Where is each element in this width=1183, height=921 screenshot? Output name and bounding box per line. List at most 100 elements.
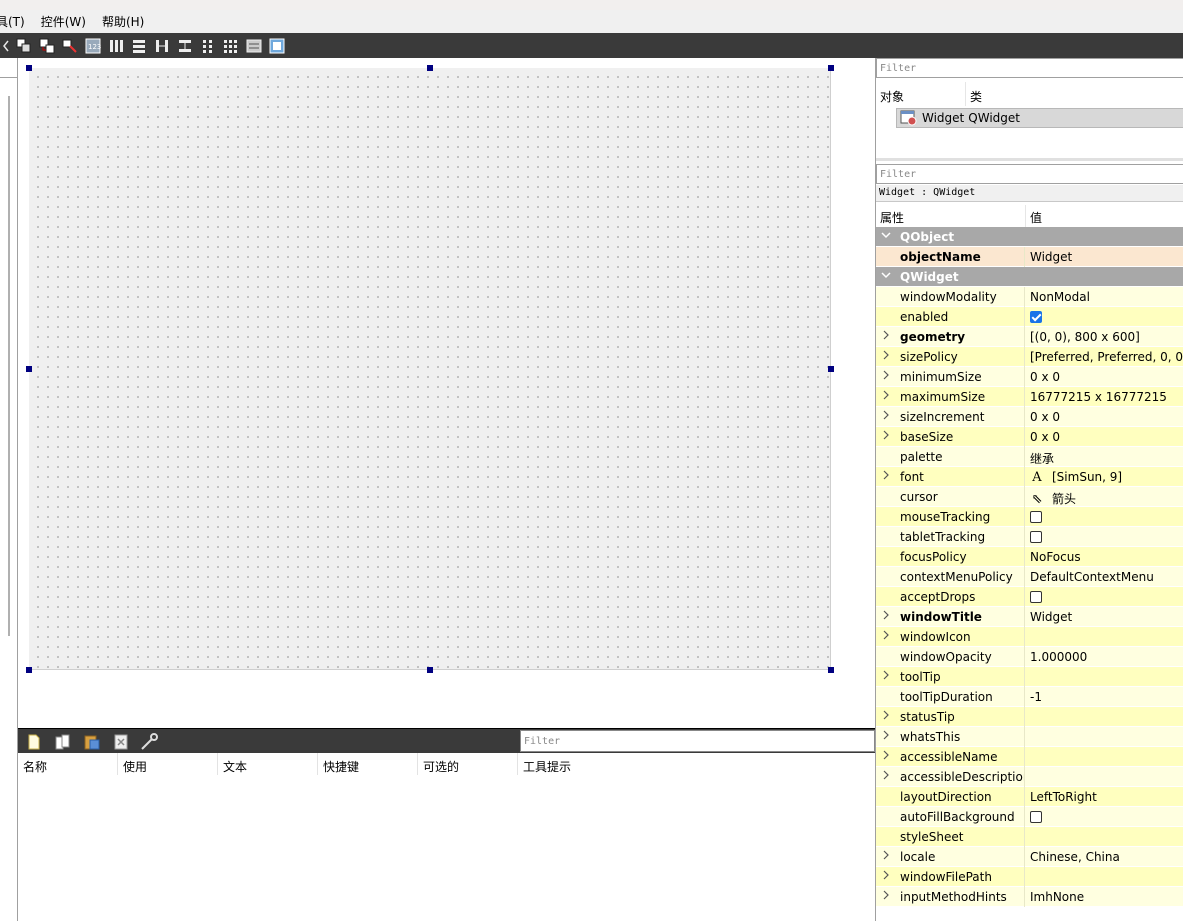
property-value[interactable] — [1026, 667, 1183, 687]
property-value[interactable] — [1026, 827, 1183, 847]
column-header-property[interactable]: 属性 — [880, 209, 904, 226]
column-header-used[interactable]: 使用 — [118, 753, 218, 775]
property-value[interactable]: 继承 — [1026, 447, 1183, 467]
property-value[interactable]: ImhNone — [1026, 887, 1183, 907]
checkbox[interactable] — [1030, 311, 1042, 323]
property-row[interactable]: locale Chinese, China — [876, 847, 1183, 867]
property-value[interactable]: DefaultContextMenu — [1026, 567, 1183, 587]
resize-handle-tr[interactable] — [828, 65, 834, 71]
property-row[interactable]: inputMethodHints ImhNone — [876, 887, 1183, 907]
action-filter-input[interactable]: Filter — [520, 730, 875, 752]
property-value[interactable]: 0 x 0 — [1026, 427, 1183, 447]
property-row[interactable]: acceptDrops — [876, 587, 1183, 607]
column-header-object[interactable]: 对象 — [880, 88, 904, 105]
property-row[interactable]: tabletTracking — [876, 527, 1183, 547]
edit-widgets-icon[interactable] — [12, 36, 35, 56]
menu-tools[interactable]: 具(T) — [0, 13, 33, 30]
property-value[interactable]: NoFocus — [1026, 547, 1183, 567]
delete-action-icon[interactable] — [110, 732, 132, 752]
property-value[interactable] — [1026, 707, 1183, 727]
column-header-name[interactable]: 名称 — [18, 753, 118, 775]
property-value[interactable] — [1026, 767, 1183, 787]
property-value[interactable] — [1026, 307, 1183, 327]
form-canvas[interactable] — [29, 68, 831, 670]
property-row[interactable]: windowOpacity 1.000000 — [876, 647, 1183, 667]
property-value[interactable]: Widget — [1026, 607, 1183, 627]
copy-action-icon[interactable] — [52, 732, 74, 752]
resize-handle-tl[interactable] — [26, 65, 32, 71]
widget-box-filter[interactable] — [0, 58, 18, 78]
edit-signals-slots-icon[interactable] — [35, 36, 58, 56]
property-value[interactable] — [1026, 867, 1183, 887]
property-value[interactable]: -1 — [1026, 687, 1183, 707]
property-group-row[interactable]: QWidget — [876, 267, 1183, 287]
resize-handle-tc[interactable] — [427, 65, 433, 71]
resize-handle-mr[interactable] — [828, 366, 834, 372]
property-value[interactable]: 1.000000 — [1026, 647, 1183, 667]
configure-action-icon[interactable] — [139, 732, 161, 752]
widget-box-scrollbar[interactable] — [8, 96, 10, 636]
property-value[interactable] — [1026, 587, 1183, 607]
checkbox[interactable] — [1030, 531, 1042, 543]
property-row[interactable]: toolTip — [876, 667, 1183, 687]
property-row[interactable]: windowTitle Widget — [876, 607, 1183, 627]
layout-horizontal-icon[interactable] — [104, 36, 127, 56]
property-row[interactable]: objectName Widget — [876, 247, 1183, 267]
adjust-size-icon[interactable] — [265, 36, 288, 56]
layout-form-icon[interactable] — [196, 36, 219, 56]
property-value[interactable]: Chinese, China — [1026, 847, 1183, 867]
column-header-tooltip[interactable]: 工具提示 — [518, 753, 875, 775]
property-value[interactable]: LeftToRight — [1026, 787, 1183, 807]
layout-horizontal-splitter-icon[interactable] — [150, 36, 173, 56]
object-filter-input[interactable]: Filter — [876, 58, 1183, 78]
property-value[interactable]: [Preferred, Preferred, 0, 0] — [1026, 347, 1183, 367]
column-header-value[interactable]: 值 — [1030, 209, 1042, 226]
property-row[interactable]: cursor ⇖ 箭头 — [876, 487, 1183, 507]
property-row[interactable]: accessibleDescription — [876, 767, 1183, 787]
property-row[interactable]: enabled — [876, 307, 1183, 327]
property-value[interactable] — [1026, 727, 1183, 747]
layout-grid-icon[interactable] — [219, 36, 242, 56]
property-row[interactable]: minimumSize 0 x 0 — [876, 367, 1183, 387]
property-value[interactable]: 0 x 0 — [1026, 407, 1183, 427]
resize-handle-bl[interactable] — [26, 667, 32, 673]
property-value[interactable] — [1026, 807, 1183, 827]
resize-handle-ml[interactable] — [26, 366, 32, 372]
property-value[interactable] — [1026, 627, 1183, 647]
property-value[interactable]: [(0, 0), 800 x 600] — [1026, 327, 1183, 347]
property-value[interactable]: 16777215 x 16777215 — [1026, 387, 1183, 407]
column-header-text[interactable]: 文本 — [218, 753, 318, 775]
property-value[interactable]: ⇖ 箭头 — [1026, 487, 1183, 507]
break-layout-icon[interactable] — [242, 36, 265, 56]
property-row[interactable]: windowFilePath — [876, 867, 1183, 887]
edit-buddies-icon[interactable] — [58, 36, 81, 56]
property-row[interactable]: layoutDirection LeftToRight — [876, 787, 1183, 807]
layout-vertical-splitter-icon[interactable] — [173, 36, 196, 56]
column-header-class[interactable]: 类 — [970, 88, 982, 105]
property-value[interactable] — [1026, 527, 1183, 547]
property-value[interactable] — [1026, 747, 1183, 767]
property-row[interactable]: geometry [(0, 0), 800 x 600] — [876, 327, 1183, 347]
property-row[interactable]: windowModality NonModal — [876, 287, 1183, 307]
layout-vertical-icon[interactable] — [127, 36, 150, 56]
property-row[interactable]: statusTip — [876, 707, 1183, 727]
chevron-left-icon[interactable] — [0, 36, 12, 56]
new-action-icon[interactable] — [23, 732, 45, 752]
property-row[interactable]: palette 继承 — [876, 447, 1183, 467]
property-value[interactable]: Widget — [1026, 247, 1183, 267]
checkbox[interactable] — [1030, 591, 1042, 603]
property-value[interactable]: 0 x 0 — [1026, 367, 1183, 387]
column-header-checkable[interactable]: 可选的 — [418, 753, 518, 775]
edit-tab-order-icon[interactable]: 123 — [81, 36, 104, 56]
property-row[interactable]: autoFillBackground — [876, 807, 1183, 827]
property-row[interactable]: mouseTracking — [876, 507, 1183, 527]
property-row[interactable]: focusPolicy NoFocus — [876, 547, 1183, 567]
property-row[interactable]: accessibleName — [876, 747, 1183, 767]
resize-handle-bc[interactable] — [427, 667, 433, 673]
property-group-row[interactable]: QObject — [876, 227, 1183, 247]
property-row[interactable]: toolTipDuration -1 — [876, 687, 1183, 707]
property-row[interactable]: sizeIncrement 0 x 0 — [876, 407, 1183, 427]
property-row[interactable]: windowIcon — [876, 627, 1183, 647]
property-row[interactable]: sizePolicy [Preferred, Preferred, 0, 0] — [876, 347, 1183, 367]
checkbox[interactable] — [1030, 511, 1042, 523]
